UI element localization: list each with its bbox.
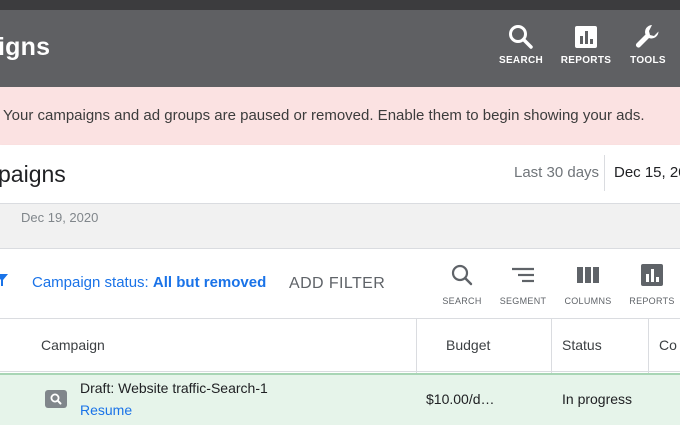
banner-text: Your campaigns and ad groups are paused …	[3, 107, 645, 124]
add-filter-button[interactable]: ADD FILTER	[289, 275, 385, 293]
column-header-budget[interactable]: Budget	[446, 319, 490, 372]
date-range-selector[interactable]: Dec 15, 20	[604, 155, 680, 191]
toolbar-columns-label: COLUMNS	[564, 296, 612, 306]
wrench-icon	[636, 25, 659, 48]
header-search-button[interactable]: SEARCH	[491, 22, 551, 72]
toolbar-columns-button[interactable]: COLUMNS	[556, 261, 620, 306]
column-header-campaign[interactable]: Campaign	[41, 319, 105, 372]
search-icon	[451, 264, 473, 286]
toolbar-reports-label: REPORTS	[629, 296, 675, 306]
header-tools-label: TOOLS	[630, 55, 666, 66]
columns-icon	[577, 267, 599, 283]
search-campaign-icon	[45, 390, 67, 408]
sub-date-text: Dec 19, 2020	[21, 210, 99, 225]
status-cell: In progress	[562, 391, 633, 407]
table-header: Campaign Budget Status Co	[0, 319, 680, 372]
date-range-label: Last 30 days	[514, 164, 600, 181]
toolbar-reports-button[interactable]: REPORTS	[620, 261, 680, 306]
header-reports-button[interactable]: REPORTS	[556, 22, 616, 72]
campaign-status-filter[interactable]: Campaign status: All but removed	[32, 274, 266, 291]
table-row[interactable]: Draft: Website traffic-Search-1 Resume $…	[0, 373, 680, 425]
search-icon	[50, 393, 62, 405]
header-reports-label: REPORTS	[560, 55, 612, 66]
app-header: igns SEARCH REPORTS TOOLS	[0, 10, 680, 87]
toolbar-segment-label: SEGMENT	[499, 296, 547, 306]
budget-cell: $10.00/d…	[426, 391, 495, 407]
page-title-bar: paigns Last 30 days Dec 15, 20	[0, 145, 680, 204]
page-title: paigns	[0, 161, 66, 187]
table-toolbar: Campaign status: All but removed ADD FIL…	[0, 249, 680, 319]
status-filter-value: All but removed	[152, 274, 267, 291]
reports-icon	[575, 26, 597, 48]
date-subheader: Dec 19, 2020	[0, 204, 680, 249]
reports-icon	[641, 264, 663, 286]
search-icon	[509, 25, 533, 49]
column-header-status[interactable]: Status	[562, 319, 602, 372]
header-search-label: SEARCH	[498, 55, 544, 66]
resume-link[interactable]: Resume	[80, 402, 132, 418]
filter-icon[interactable]	[0, 274, 8, 286]
paused-warning-banner: Your campaigns and ad groups are paused …	[0, 87, 680, 145]
campaign-name[interactable]: Draft: Website traffic-Search-1	[80, 380, 268, 396]
browser-top-strip	[0, 0, 680, 10]
status-filter-label: Campaign status:	[32, 274, 153, 291]
header-tools-button[interactable]: TOOLS	[618, 22, 678, 72]
column-header-co[interactable]: Co	[659, 319, 677, 372]
header-title: igns	[0, 33, 51, 61]
toolbar-segment-button[interactable]: SEGMENT	[491, 261, 555, 306]
toolbar-search-button[interactable]: SEARCH	[430, 261, 494, 306]
toolbar-search-label: SEARCH	[442, 296, 482, 306]
segment-icon	[512, 267, 534, 283]
